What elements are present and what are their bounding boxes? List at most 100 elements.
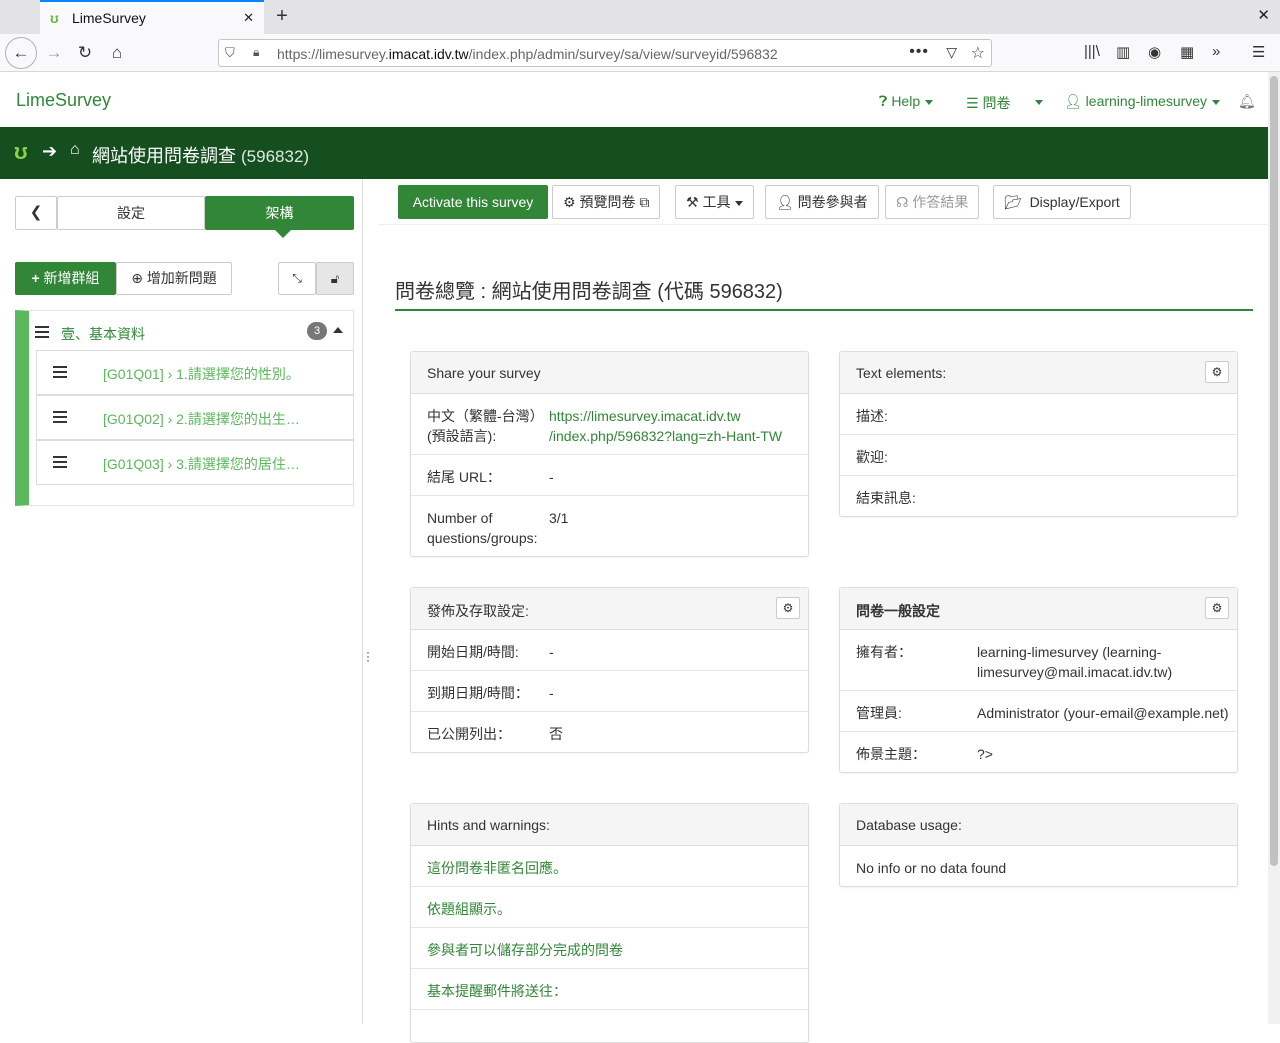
tools-dropdown-button[interactable]: ⚒ 工具	[675, 185, 755, 219]
end-message-label: 結束訊息:	[856, 490, 916, 506]
general-settings-panel: 問卷一般設定 ⚙ 擁有者： learning-limesurvey (learn…	[839, 587, 1238, 773]
account-icon[interactable]: ◉	[1148, 43, 1161, 61]
cogs-icon[interactable]: ⚙	[1205, 361, 1229, 383]
page-actions-icon[interactable]: •••	[909, 43, 929, 61]
group-title[interactable]: 壹、基本資料	[61, 324, 145, 344]
extensions-icon[interactable]: ▦	[1180, 43, 1194, 61]
user-icon: 👤︎	[1064, 93, 1082, 109]
drag-handle-icon[interactable]	[53, 366, 67, 378]
caret-up-icon[interactable]	[333, 327, 343, 333]
question-count-badge: 3	[307, 322, 327, 340]
theme-label: 佈景主題：	[856, 746, 926, 762]
cogs-icon[interactable]: ⚙	[1205, 597, 1229, 619]
bookmark-star-icon[interactable]: ☆	[971, 43, 985, 63]
drag-handle-icon[interactable]	[53, 411, 67, 423]
description-row: 描述:	[840, 394, 1237, 435]
collapse-all-button[interactable]: ⤡	[278, 262, 316, 295]
lock-icon[interactable]: 🔒︎	[253, 45, 259, 60]
activate-survey-button[interactable]: Activate this survey	[398, 185, 548, 219]
welcome-label: 歡迎:	[856, 449, 888, 465]
preview-survey-button[interactable]: ⚙ 預覽問卷 ⧉	[552, 185, 661, 219]
user-menu[interactable]: 👤︎ learning-limesurvey	[1064, 93, 1221, 110]
question-item[interactable]: [G01Q02] › 2.請選擇您的出生…	[36, 395, 354, 440]
survey-title[interactable]: 網站使用問卷調查 (596832)	[92, 142, 309, 168]
description-label: 描述:	[856, 408, 888, 424]
theme-value: ?>	[977, 746, 993, 762]
question-group-header[interactable]: 壹、基本資料 3	[35, 319, 355, 345]
forward-arrow-icon[interactable]: →	[40, 39, 68, 67]
browser-tab[interactable]: ʊ LimeSurvey ✕	[40, 0, 264, 34]
publication-panel: 發佈及存取設定: ⚙ 開始日期/時間: - 到期日期/時間： - 已公開列出： …	[410, 587, 809, 753]
drag-handle-icon[interactable]	[35, 326, 49, 338]
compress-icon: ⤡	[292, 271, 302, 285]
pocket-icon[interactable]: ▽	[946, 44, 957, 61]
panel-title: Share your survey	[411, 352, 808, 394]
overflow-chevron-icon[interactable]: »	[1212, 43, 1220, 60]
responses-button[interactable]: ☊ 作答結果	[885, 185, 980, 219]
owner-value: learning-limesurvey (learning-limesurvey…	[977, 644, 1173, 680]
public-listed-value: 否	[549, 726, 563, 742]
gear-icon: ⚙	[563, 194, 576, 210]
plus-circle-icon: ⊕	[131, 270, 143, 286]
question-label[interactable]: [G01Q03] › 3.請選擇您的居住…	[103, 454, 300, 474]
sidebar-toggle-icon[interactable]: ▥	[1116, 43, 1130, 61]
unlock-button[interactable]: 🔓︎	[316, 262, 354, 295]
bell-icon[interactable]: 🔔︎	[1238, 93, 1256, 110]
text-elements-panel: Text elements: ⚙ 描述: 歡迎: 結束訊息:	[839, 351, 1238, 517]
brand-logo[interactable]: LimeSurvey	[16, 90, 111, 111]
scrollbar-thumb[interactable]	[1270, 76, 1278, 866]
tab-structure[interactable]: 架構	[205, 196, 354, 230]
window-close-icon[interactable]: ✕	[1257, 6, 1270, 24]
surveys-menu[interactable]: ☰ 問卷	[966, 93, 1010, 113]
home-icon[interactable]: ⌂	[70, 141, 80, 159]
tab-title: LimeSurvey	[72, 10, 146, 26]
panel-title: Text elements: ⚙	[840, 352, 1237, 394]
close-tab-icon[interactable]: ✕	[243, 10, 254, 26]
hint-item[interactable]: 基本提醒郵件將送往：	[411, 969, 808, 1010]
surveys-dropdown-toggle[interactable]	[1030, 93, 1043, 109]
active-tab-pointer	[275, 230, 291, 238]
database-usage-panel: Database usage: No info or no data found	[839, 803, 1238, 887]
plus-icon: +	[31, 270, 40, 286]
sidebar-collapse-button[interactable]: ❮	[15, 196, 57, 230]
unlock-icon: 🔓︎	[330, 271, 340, 286]
page-scrollbar[interactable]	[1268, 72, 1280, 1024]
add-group-button[interactable]: + 新增群組	[15, 262, 116, 295]
administrator-label: 管理員:	[856, 705, 902, 721]
question-group-tree: 壹、基本資料 3 [G01Q01] › 1.請選擇您的性別。 [G01Q02] …	[15, 310, 354, 506]
add-question-button[interactable]: ⊕ 增加新問題	[116, 262, 232, 295]
question-item[interactable]: [G01Q01] › 1.請選擇您的性別。	[36, 350, 354, 395]
home-icon[interactable]: ⌂	[103, 39, 131, 67]
reload-icon[interactable]: ↻	[71, 39, 99, 67]
sidebar: ❮ 設定 架構 + 新增群組 ⊕ 增加新問題 ⤡ 🔓︎ 壹、基本資料 3 [G0…	[0, 179, 363, 1024]
url-bar[interactable]: ⛉ 🔒︎ https://limesurvey.imacat.idv.tw/in…	[218, 39, 992, 67]
share-link[interactable]: https://limesurvey.imacat.idv.tw/index.p…	[549, 406, 782, 446]
hint-item[interactable]: 這份問卷非匿名回應。	[411, 846, 808, 887]
new-tab-icon[interactable]: +	[270, 4, 294, 30]
folder-open-icon: 📂︎	[1004, 194, 1022, 210]
survey-participants-button[interactable]: 👤︎ 問卷參與者	[765, 185, 879, 219]
question-count-label: Number of questions/groups:	[427, 510, 538, 546]
hint-item[interactable]: 參與者可以儲存部分完成的問卷	[411, 928, 808, 969]
library-icon[interactable]: |||\	[1084, 43, 1100, 60]
question-label[interactable]: [G01Q01] › 1.請選擇您的性別。	[103, 364, 300, 384]
panel-title: Database usage:	[840, 804, 1237, 846]
end-url-label: 結尾 URL：	[427, 469, 501, 485]
theme-row: 佈景主題： ?>	[840, 732, 1237, 773]
back-arrow-icon[interactable]: ←	[5, 37, 37, 69]
tab-settings[interactable]: 設定	[57, 196, 205, 230]
url-text[interactable]: https://limesurvey.imacat.idv.tw/index.p…	[277, 46, 778, 62]
page-heading: 問卷總覽 : 網站使用問卷調查 (代碼 596832)	[395, 275, 1253, 311]
help-menu[interactable]: ❓︎ Help	[879, 93, 934, 110]
drag-handle-icon[interactable]	[53, 456, 67, 468]
menu-hamburger-icon[interactable]: ☰	[1252, 43, 1265, 61]
cogs-icon[interactable]: ⚙	[776, 597, 800, 619]
question-item[interactable]: [G01Q03] › 3.請選擇您的居住…	[36, 440, 354, 485]
display-export-button[interactable]: 📂︎ Display/Export	[993, 185, 1131, 219]
shield-icon[interactable]: ⛉	[225, 45, 235, 61]
sidebar-resize-handle[interactable]: · · ·	[366, 646, 370, 666]
share-link-row: 中文（繁體-台灣） (預設語言): https://limesurvey.imac…	[411, 394, 808, 455]
question-label[interactable]: [G01Q02] › 2.請選擇您的出生…	[103, 409, 300, 429]
limesurvey-favicon-icon: ʊ	[50, 10, 59, 26]
hint-item[interactable]: 依題組顯示。	[411, 887, 808, 928]
